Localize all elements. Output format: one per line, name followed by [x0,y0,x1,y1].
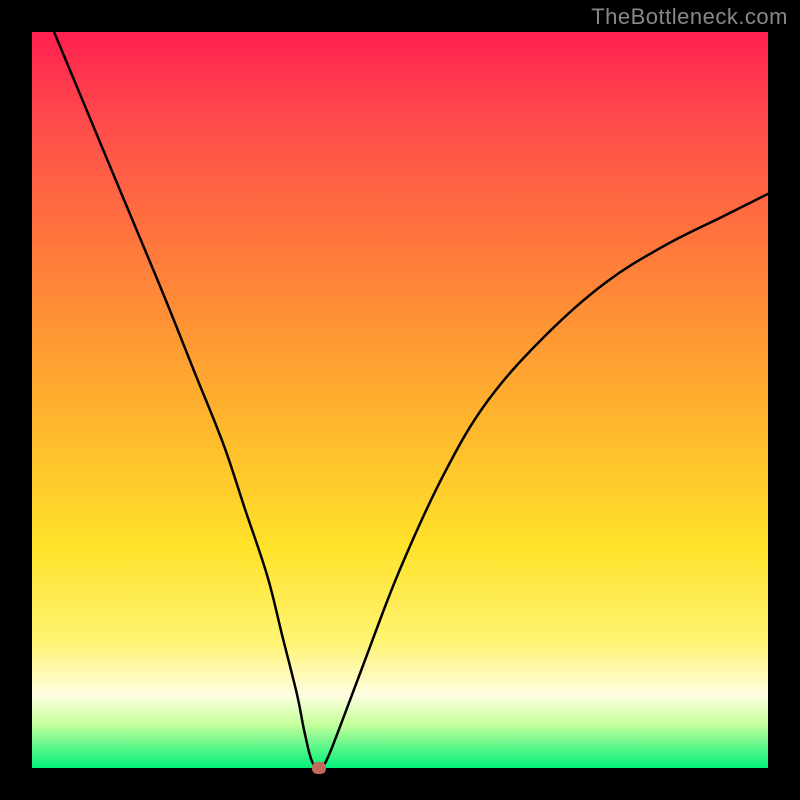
watermark-text: TheBottleneck.com [591,4,788,30]
bottleneck-curve [32,32,768,768]
optimal-point-marker [312,762,326,774]
chart-frame: TheBottleneck.com [0,0,800,800]
plot-area [32,32,768,768]
